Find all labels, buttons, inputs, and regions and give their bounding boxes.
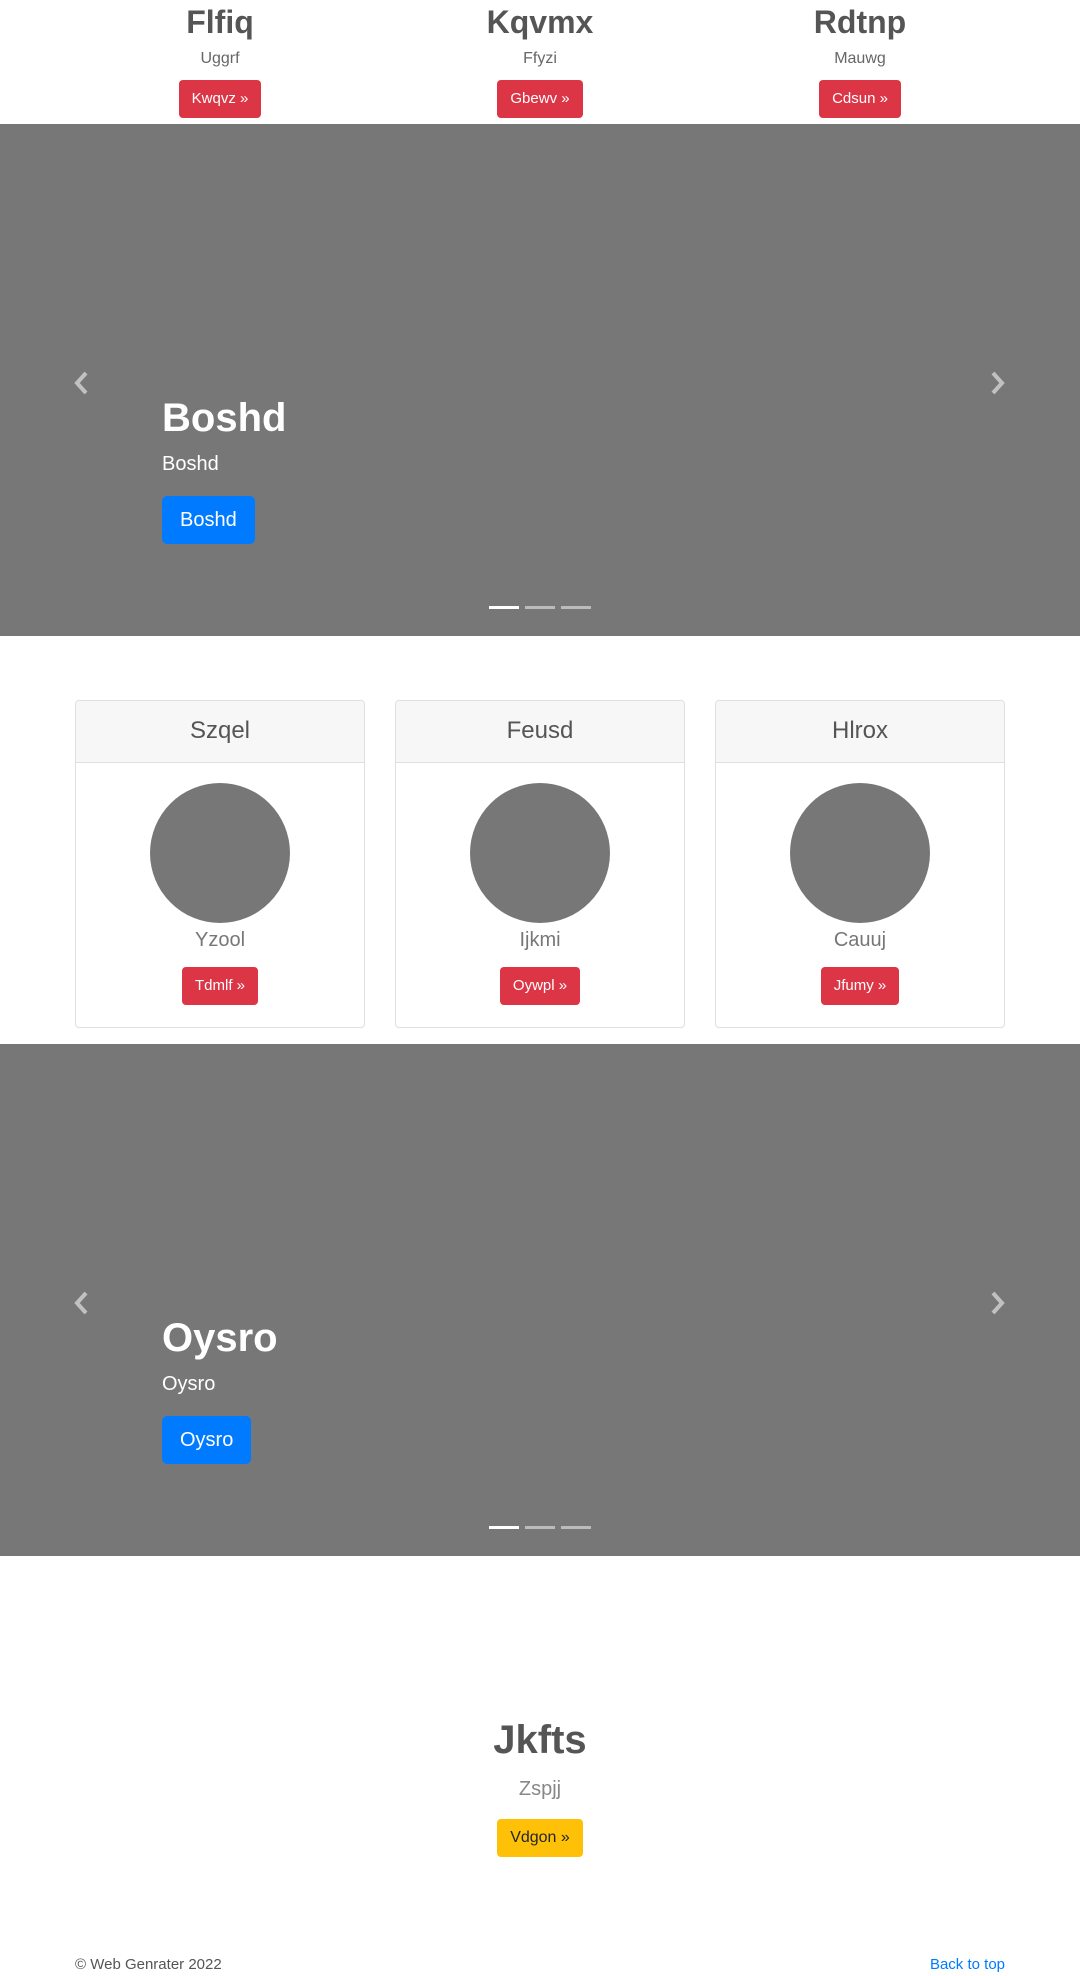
carousel-indicator[interactable]: [489, 606, 519, 609]
jumbotron-subtitle: Zspjj: [518, 1778, 562, 1800]
footer: © Web Genrater 2022 Back to top: [75, 1955, 1005, 1975]
feature-column: Rdtnp Mauwg Cdsun »: [740, 0, 980, 118]
carousel-subtitle: Oysro: [162, 1373, 216, 1395]
feature-column: Flfiq Uggrf Kwqvz »: [100, 0, 340, 118]
carousel-indicator[interactable]: [561, 606, 591, 609]
feature-columns: Flfiq Uggrf Kwqvz » Kqvmx Ffyzi Gbewv » …: [0, 0, 1080, 124]
card-name: Cauuj: [833, 929, 887, 951]
carousel-subtitle: Boshd: [162, 453, 219, 475]
feature-subtitle: Ffyzi: [523, 50, 557, 67]
carousel-caption: Oysro Oysro Oysro: [162, 1314, 278, 1464]
carousel-next-button[interactable]: [986, 368, 1010, 398]
carousel-title: Boshd: [162, 396, 287, 440]
carousel-indicator[interactable]: [525, 606, 555, 609]
avatar: [150, 783, 290, 923]
card-header: Feusd: [396, 701, 684, 763]
chevron-left-icon: [74, 371, 88, 395]
feature-title: Flfiq: [186, 4, 254, 40]
profile-card: Feusd Ijkmi Oywpl »: [395, 700, 685, 1028]
card-header: Hlrox: [716, 701, 1004, 763]
feature-button[interactable]: Kwqvz »: [178, 80, 262, 118]
jumbotron-title: Jkfts: [493, 1718, 587, 1762]
carousel-1: Boshd Boshd Boshd: [0, 124, 1080, 636]
carousel-next-button[interactable]: [986, 1288, 1010, 1318]
card-name: Ijkmi: [519, 929, 561, 951]
carousel-cta-button[interactable]: Oysro: [162, 1416, 252, 1464]
profile-card: Szqel Yzool Tdmlf »: [75, 700, 365, 1028]
carousel-caption: Boshd Boshd Boshd: [162, 394, 286, 544]
carousel-title: Oysro: [162, 1316, 278, 1360]
carousel-indicator[interactable]: [561, 1526, 591, 1529]
carousel-prev-button[interactable]: [69, 368, 93, 398]
profile-card: Hlrox Cauuj Jfumy »: [715, 700, 1005, 1028]
carousel-2: Oysro Oysro Oysro: [0, 1044, 1080, 1556]
jumbotron: Jkfts Zspjj Vdgon »: [0, 1716, 1080, 1857]
chevron-right-icon: [991, 371, 1005, 395]
feature-column: Kqvmx Ffyzi Gbewv »: [420, 0, 660, 118]
avatar: [790, 783, 930, 923]
feature-title: Rdtnp: [813, 4, 907, 40]
chevron-left-icon: [74, 1291, 88, 1315]
jumbotron-button[interactable]: Vdgon »: [497, 1819, 583, 1857]
card-button[interactable]: Jfumy »: [820, 967, 900, 1005]
carousel-prev-button[interactable]: [69, 1288, 93, 1318]
card-name: Yzool: [194, 929, 246, 951]
chevron-right-icon: [991, 1291, 1005, 1315]
feature-subtitle: Mauwg: [834, 50, 886, 67]
carousel-indicator[interactable]: [489, 1526, 519, 1529]
feature-title: Kqvmx: [486, 4, 594, 40]
feature-button[interactable]: Gbewv »: [497, 80, 583, 118]
card-header: Szqel: [76, 701, 364, 763]
copyright-text: © Web Genrater 2022: [75, 1956, 222, 1973]
card-button[interactable]: Tdmlf »: [181, 967, 258, 1005]
avatar: [470, 783, 610, 923]
feature-subtitle: Uggrf: [200, 50, 240, 67]
carousel-cta-button[interactable]: Boshd: [162, 496, 255, 544]
card-button[interactable]: Oywpl »: [499, 967, 581, 1005]
carousel-indicator[interactable]: [525, 1526, 555, 1529]
feature-button[interactable]: Cdsun »: [819, 80, 901, 118]
back-to-top-link[interactable]: Back to top: [930, 1955, 1005, 1975]
page: Flfiq Uggrf Kwqvz » Kqvmx Ffyzi Gbewv » …: [0, 0, 1080, 1976]
